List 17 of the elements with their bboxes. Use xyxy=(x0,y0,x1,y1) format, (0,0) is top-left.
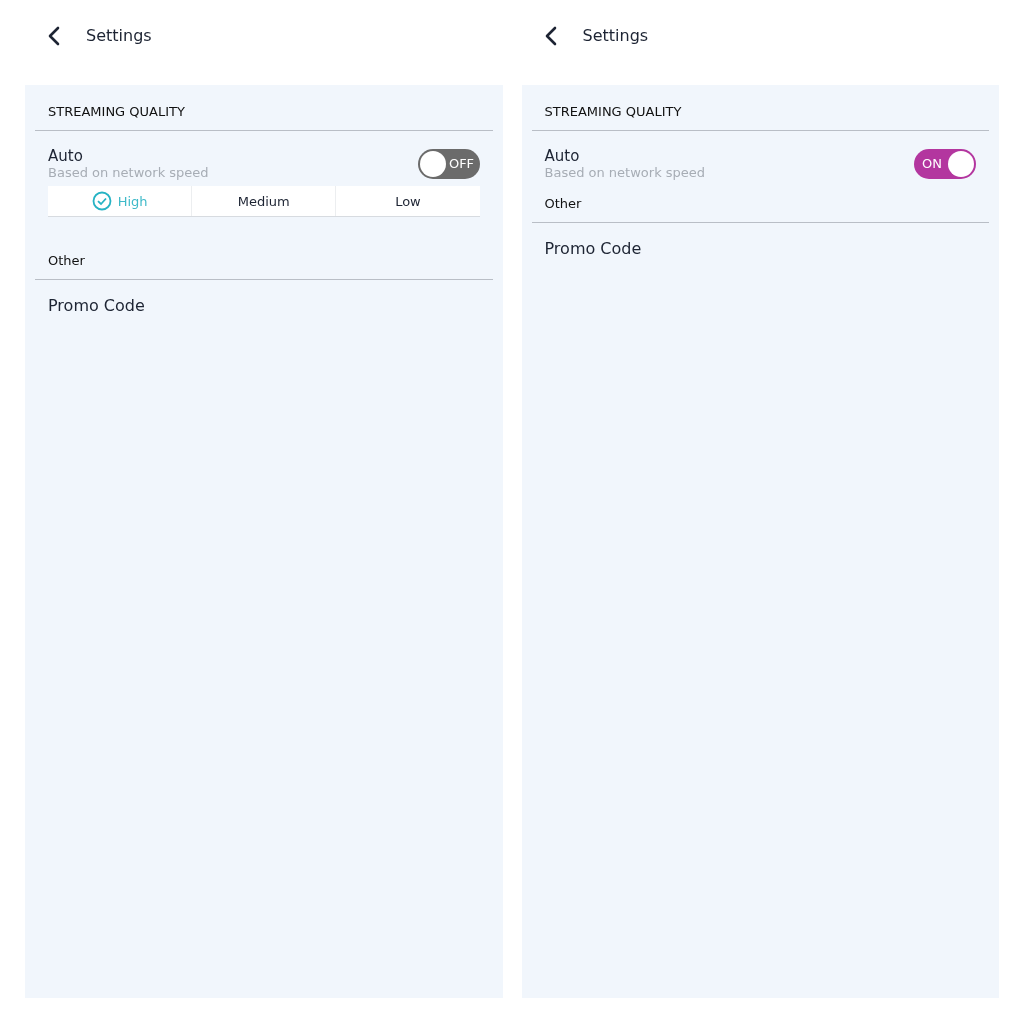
auto-description: Based on network speed xyxy=(544,165,706,180)
section-heading: STREAMING QUALITY xyxy=(48,104,185,119)
section-heading: STREAMING QUALITY xyxy=(544,104,682,119)
auto-toggle[interactable]: OFF xyxy=(417,148,480,179)
promo-code-item[interactable]: Promo Code xyxy=(531,223,989,274)
section-heading: Other xyxy=(48,253,85,268)
back-icon[interactable] xyxy=(48,25,60,46)
promo-code-item[interactable]: Promo Code xyxy=(35,280,493,331)
screen-title: Settings xyxy=(86,26,152,45)
auto-label: Auto xyxy=(48,147,84,165)
auto-toggle[interactable]: ON xyxy=(914,148,976,179)
auto-description: Based on network speed xyxy=(48,165,209,180)
back-icon[interactable] xyxy=(544,25,557,46)
check-circle-icon xyxy=(91,191,112,211)
auto-label: Auto xyxy=(544,147,581,165)
screen-title: Settings xyxy=(582,26,649,45)
section-heading: Other xyxy=(544,196,582,211)
